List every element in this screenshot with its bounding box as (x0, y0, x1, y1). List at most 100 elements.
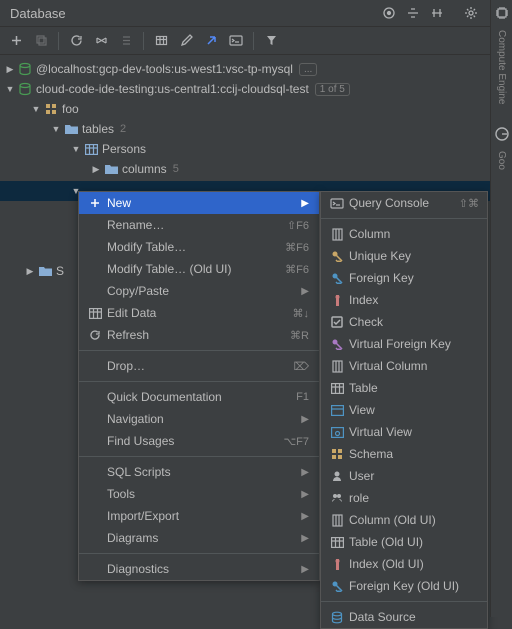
submenu-query-console[interactable]: Query Console⇧⌘ (321, 192, 487, 214)
submenu-index-old[interactable]: Index (Old UI) (321, 553, 487, 575)
toolwindow-title: Database (6, 6, 378, 21)
menu-modify[interactable]: Modify Table…⌘F6 (79, 236, 319, 258)
chevron-down-icon[interactable]: ▼ (4, 84, 16, 94)
chevron-down-icon[interactable]: ▼ (30, 104, 42, 114)
menu-label: Diagrams (105, 531, 301, 545)
menu-edit-data[interactable]: Edit Data⌘↓ (79, 302, 319, 324)
gear-icon[interactable] (460, 2, 482, 24)
menu-label: Navigation (105, 412, 301, 426)
tree-row-columns[interactable]: ▶ columns 5 (0, 159, 512, 179)
menu-findusages[interactable]: Find Usages⌥F7 (79, 430, 319, 452)
copy-icon[interactable] (29, 29, 53, 53)
separator (253, 32, 254, 50)
key-icon (327, 580, 347, 592)
menu-label: role (347, 491, 479, 505)
header-actions (378, 2, 506, 24)
submenu-role[interactable]: role (321, 487, 487, 509)
menu-diagrams[interactable]: Diagrams▶ (79, 527, 319, 549)
menu-new[interactable]: New ▶ (79, 192, 319, 214)
menu-separator (79, 553, 319, 554)
badge: 1 of 5 (315, 83, 350, 96)
menu-sqlscripts[interactable]: SQL Scripts▶ (79, 461, 319, 483)
tree-row-ds2[interactable]: ▼ cloud-code-ide-testing:us-central1:cci… (0, 79, 512, 99)
compute-engine-icon[interactable] (495, 6, 509, 20)
submenu-col-old[interactable]: Column (Old UI) (321, 509, 487, 531)
plus-icon (85, 197, 105, 209)
submenu-column[interactable]: Column (321, 223, 487, 245)
stop-icon[interactable] (89, 29, 113, 53)
sidebar-label[interactable]: Compute Engine (496, 30, 507, 105)
add-icon[interactable] (4, 29, 28, 53)
tree-label: Persons (102, 142, 146, 156)
chevron-right-icon[interactable]: ▶ (24, 266, 36, 277)
submenu-view[interactable]: View (321, 399, 487, 421)
shortcut: ⇧⌘ (459, 197, 479, 210)
menu-diagnostics[interactable]: Diagnostics▶ (79, 558, 319, 580)
submenu-vview[interactable]: Virtual View (321, 421, 487, 443)
revert-icon[interactable] (114, 29, 138, 53)
database-toolbar (0, 27, 512, 55)
submenu-fk-old[interactable]: Foreign Key (Old UI) (321, 575, 487, 597)
tree-row-schema[interactable]: ▼ foo (0, 99, 512, 119)
chevron-down-icon[interactable]: ▼ (50, 124, 62, 134)
google-icon[interactable] (495, 127, 509, 141)
datasource-icon (16, 62, 34, 76)
view-icon (327, 427, 347, 438)
submenu-table-old[interactable]: Table (Old UI) (321, 531, 487, 553)
tree-row-tables[interactable]: ▼ tables 2 (0, 119, 512, 139)
tree-label: S (56, 264, 64, 278)
jump-icon[interactable] (199, 29, 223, 53)
tree-row-persons[interactable]: ▼ Persons (0, 139, 512, 159)
submenu-uniquekey[interactable]: Unique Key (321, 245, 487, 267)
menu-navigation[interactable]: Navigation▶ (79, 408, 319, 430)
submenu-check[interactable]: Check (321, 311, 487, 333)
submenu-foreignkey[interactable]: Foreign Key (321, 267, 487, 289)
menu-label: User (347, 469, 479, 483)
menu-rename[interactable]: Rename…⇧F6 (79, 214, 319, 236)
menu-copypaste[interactable]: Copy/Paste▶ (79, 280, 319, 302)
badge: ... (299, 63, 317, 76)
column-icon (327, 228, 347, 241)
submenu-vfk[interactable]: Virtual Foreign Key (321, 333, 487, 355)
menu-label: Virtual Column (347, 359, 479, 373)
submenu-user[interactable]: User (321, 465, 487, 487)
menu-importexport[interactable]: Import/Export▶ (79, 505, 319, 527)
shortcut: ⌘R (290, 329, 309, 342)
index-icon (327, 294, 347, 307)
chevron-right-icon: ▶ (301, 286, 309, 297)
submenu-datasource[interactable]: Data Source (321, 606, 487, 628)
menu-drop[interactable]: Drop…⌦ (79, 355, 319, 377)
filter-icon[interactable] (259, 29, 283, 53)
refresh-icon[interactable] (64, 29, 88, 53)
submenu-vcol[interactable]: Virtual Column (321, 355, 487, 377)
menu-label: Modify Table… (Old UI) (105, 262, 285, 276)
chevron-right-icon: ▶ (301, 198, 309, 209)
menu-refresh[interactable]: Refresh⌘R (79, 324, 319, 346)
collapse-icon[interactable] (402, 2, 424, 24)
menu-tools[interactable]: Tools▶ (79, 483, 319, 505)
chevron-right-icon[interactable]: ▶ (4, 64, 16, 75)
submenu-schema[interactable]: Schema (321, 443, 487, 465)
chevron-down-icon[interactable]: ▼ (70, 144, 82, 154)
menu-quickdoc[interactable]: Quick DocumentationF1 (79, 386, 319, 408)
view-icon (327, 405, 347, 416)
console-icon[interactable] (224, 29, 248, 53)
sidebar-label[interactable]: Goo (496, 151, 507, 170)
chevron-right-icon[interactable]: ▶ (90, 164, 102, 175)
menu-label: Table (347, 381, 479, 395)
submenu-index[interactable]: Index (321, 289, 487, 311)
table-icon[interactable] (149, 29, 173, 53)
submenu-table[interactable]: Table (321, 377, 487, 399)
index-icon (327, 558, 347, 571)
target-icon[interactable] (378, 2, 400, 24)
menu-label: Column (Old UI) (347, 513, 479, 527)
edit-icon[interactable] (174, 29, 198, 53)
menu-label: Quick Documentation (105, 390, 296, 404)
tree-row-ds1[interactable]: ▶ @localhost:gcp-dev-tools:us-west1:vsc-… (0, 59, 512, 79)
menu-modify-old[interactable]: Modify Table… (Old UI)⌘F6 (79, 258, 319, 280)
split-icon[interactable] (426, 2, 448, 24)
menu-separator (321, 601, 487, 602)
menu-label: Column (347, 227, 479, 241)
tree-label: columns (122, 162, 167, 176)
console-icon (327, 198, 347, 209)
